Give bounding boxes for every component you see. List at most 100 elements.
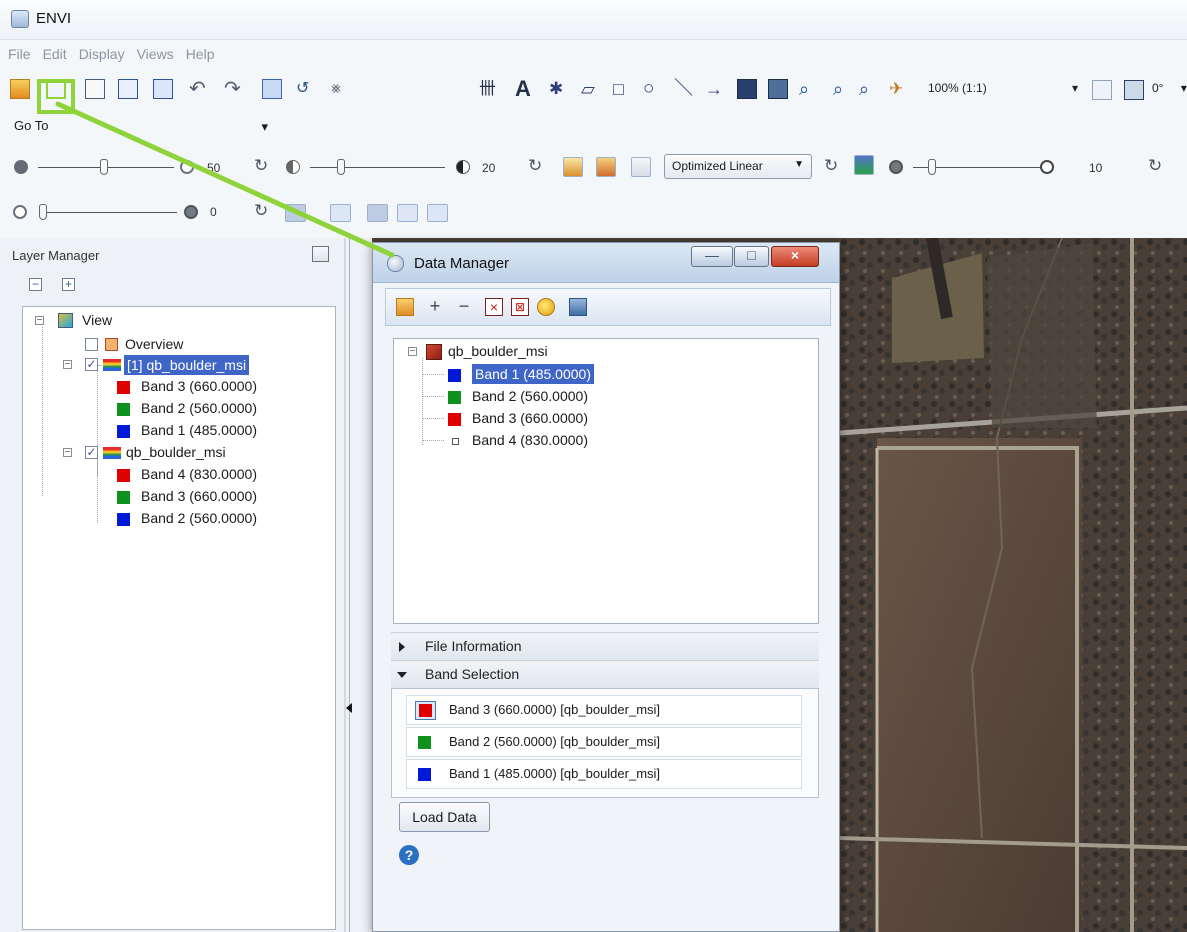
collapse-icon[interactable]: −	[63, 360, 72, 370]
sharpen-value[interactable]: 10	[1089, 161, 1119, 181]
zoom-in-icon[interactable]: ⌕	[832, 79, 852, 99]
portal-icon[interactable]	[285, 204, 306, 222]
green-band-selector[interactable]	[415, 733, 436, 752]
undo-icon[interactable]: ↶	[188, 79, 208, 99]
reset-brightness-icon[interactable]: ↻	[254, 156, 268, 176]
contrast-value[interactable]: 20	[482, 161, 512, 181]
brightness-value[interactable]: 50	[207, 161, 239, 181]
dock-panel-icon[interactable]	[312, 246, 329, 262]
view-link-icon[interactable]	[427, 204, 448, 222]
minimize-icon[interactable]: —	[691, 246, 733, 267]
transparency-value[interactable]: 0	[210, 205, 240, 225]
redo-icon[interactable]: ↷	[223, 79, 243, 99]
histogram-stretch-icon[interactable]	[854, 155, 874, 175]
rectangle-annotation-icon[interactable]: □	[612, 79, 632, 99]
red-band-selector[interactable]	[415, 701, 436, 720]
maximize-icon[interactable]: □	[734, 246, 769, 267]
overview-checkbox[interactable]	[85, 338, 98, 351]
collapse-icon[interactable]: −	[63, 448, 72, 458]
picture-annotation-icon[interactable]	[737, 79, 757, 99]
data-manager-title-bar[interactable]: Data Manager — □ ×	[373, 243, 839, 283]
rotate-left-icon[interactable]	[1092, 80, 1112, 100]
export-icon[interactable]	[569, 298, 587, 316]
flicker-icon[interactable]	[367, 204, 388, 222]
stretch-mode-select[interactable]: Optimized Linear ▼	[664, 154, 812, 179]
line-annotation-icon[interactable]: ＼	[673, 79, 693, 99]
rotate-right-icon[interactable]	[1124, 80, 1144, 100]
overview-node[interactable]: Overview	[85, 334, 235, 354]
left-arrow-icon[interactable]	[346, 703, 352, 713]
contrast-track[interactable]	[310, 167, 445, 168]
file-node[interactable]: − qb_boulder_msi	[408, 341, 618, 361]
band-selection-section[interactable]: Band Selection	[391, 660, 819, 688]
collapse-all-icon[interactable]: −	[29, 278, 42, 291]
crosshair-icon[interactable]	[153, 79, 173, 99]
close-icon[interactable]: ×	[771, 246, 819, 267]
pin-icon[interactable]	[537, 298, 555, 316]
swipe-icon[interactable]	[397, 204, 418, 222]
close-file-icon[interactable]: ×	[485, 298, 503, 316]
expand-all-icon[interactable]: +	[62, 278, 75, 291]
roi-tool-icon[interactable]: ⨳	[330, 79, 350, 99]
add-icon[interactable]: +	[426, 297, 444, 316]
reset-contrast-icon[interactable]: ↻	[528, 156, 542, 176]
close-all-files-icon[interactable]: ⊠	[511, 298, 529, 316]
histogram-icon[interactable]: 卌	[478, 79, 498, 99]
band-node[interactable]: Band 3 (660.0000)	[117, 486, 287, 506]
contrast-slider-thumb[interactable]	[337, 159, 345, 175]
menu-help[interactable]: Help	[178, 40, 219, 62]
menu-edit[interactable]: Edit	[35, 40, 71, 62]
band-node[interactable]: Band 3 (660.0000)	[448, 408, 638, 428]
remove-icon[interactable]: −	[455, 297, 473, 316]
band-node[interactable]: Band 4 (830.0000)	[117, 464, 287, 484]
data-manager-button[interactable]	[46, 79, 66, 99]
help-icon[interactable]: ?	[399, 845, 419, 865]
transparency-track[interactable]	[39, 212, 177, 213]
select-arrow-icon[interactable]	[262, 79, 282, 99]
band-selection-row[interactable]: Band 3 (660.0000) [qb_boulder_msi]	[406, 695, 802, 725]
go-to-select[interactable]: Go To ▾	[14, 118, 272, 138]
rotation-select[interactable]: 0° ▾	[1152, 81, 1187, 95]
stretch-preview-icon[interactable]	[596, 157, 616, 177]
vector-icon[interactable]	[768, 79, 788, 99]
text-annotation-icon[interactable]: A	[514, 78, 534, 100]
load-data-button[interactable]: Load Data	[399, 802, 490, 832]
layer-node[interactable]: − ✓ [1] qb_boulder_msi	[63, 354, 263, 375]
reset-sharpen-icon[interactable]: ↻	[1148, 156, 1162, 176]
polygon-annotation-icon[interactable]: ▱	[580, 79, 600, 99]
brightness-slider-thumb[interactable]	[100, 159, 108, 175]
chip-view-icon[interactable]	[118, 79, 138, 99]
layer-visible-checkbox[interactable]: ✓	[85, 358, 98, 371]
file-information-section[interactable]: File Information	[391, 632, 819, 660]
open-folder-icon[interactable]	[396, 298, 414, 316]
band-node[interactable]: Band 2 (560.0000)	[448, 386, 638, 406]
symbol-annotation-icon[interactable]: ✱	[548, 79, 568, 99]
zoom-out-icon[interactable]: ⌕	[858, 79, 878, 99]
layer-node[interactable]: − ✓ qb_boulder_msi	[63, 442, 263, 462]
collapse-icon[interactable]: −	[35, 316, 44, 326]
zoom-select[interactable]: 100% (1:1) ▾	[928, 81, 1078, 101]
menu-file[interactable]: File	[0, 40, 35, 62]
save-icon[interactable]	[85, 79, 105, 99]
ellipse-annotation-icon[interactable]: ○	[642, 79, 662, 99]
reset-stretch-icon[interactable]: ↻	[824, 156, 838, 176]
fly-icon[interactable]: ✈	[888, 79, 908, 99]
band-node[interactable]: Band 2 (560.0000)	[117, 508, 287, 528]
sharpen-slider-thumb[interactable]	[928, 159, 936, 175]
reset-transparency-icon[interactable]: ↻	[254, 201, 268, 221]
layer-visible-checkbox[interactable]: ✓	[85, 446, 98, 459]
band-node[interactable]: Band 1 (485.0000)	[117, 420, 287, 440]
stretch-tool-icon[interactable]	[563, 157, 583, 177]
pan-icon[interactable]: ↺	[295, 79, 315, 99]
blue-band-selector[interactable]	[415, 765, 436, 784]
view-node[interactable]: − View	[35, 310, 215, 330]
arrow-annotation-icon[interactable]: →	[704, 79, 724, 99]
transparency-slider-thumb[interactable]	[39, 204, 47, 220]
band-node[interactable]: Band 4 (830.0000)	[448, 430, 638, 450]
band-node[interactable]: Band 1 (485.0000)	[448, 364, 638, 384]
panel-splitter[interactable]	[345, 238, 372, 932]
menu-display[interactable]: Display	[71, 40, 129, 62]
band-node[interactable]: Band 3 (660.0000)	[117, 376, 287, 396]
collapse-icon[interactable]: −	[408, 347, 417, 357]
blend-icon[interactable]	[330, 204, 351, 222]
